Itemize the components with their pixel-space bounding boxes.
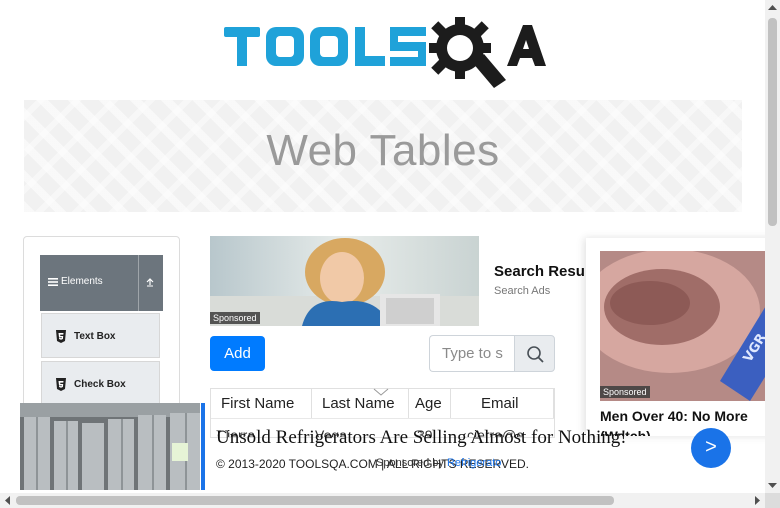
- ad-next-button[interactable]: >: [691, 428, 731, 468]
- sidebar-group-elements[interactable]: Elements: [40, 255, 163, 311]
- group-divider: [138, 255, 139, 311]
- ad-bottom-sticky[interactable]: Unsold Refrigerators Are Selling Almost …: [20, 403, 765, 493]
- ad-photo: VGR: [600, 251, 780, 401]
- sidebar-item-text-box[interactable]: Text Box: [41, 313, 160, 358]
- page: Web Tables Elements Text Box Check Box S…: [0, 0, 780, 508]
- sponsored-tag: Sponsored: [600, 386, 650, 398]
- sidebar-group-label: Elements: [61, 276, 103, 287]
- scroll-right-arrow-icon[interactable]: [754, 496, 761, 505]
- sidebar-item-label: Check Box: [74, 379, 126, 390]
- add-button[interactable]: Add: [210, 336, 265, 371]
- scroll-up-arrow-icon[interactable]: [768, 4, 777, 11]
- scroll-left-arrow-icon[interactable]: [4, 496, 11, 505]
- ad-accent-bar: [201, 403, 205, 490]
- search-button[interactable]: [514, 335, 555, 372]
- page-title: Web Tables: [266, 126, 500, 175]
- ad-sponsor: Sponsored by Refrigerato: [376, 457, 501, 469]
- hamburger-icon: [48, 278, 58, 286]
- scrollbar-corner: [765, 493, 780, 508]
- toolsqa-logo[interactable]: [222, 14, 548, 92]
- html5-icon: [56, 330, 66, 343]
- scroll-down-arrow-icon[interactable]: [768, 482, 777, 489]
- chevron-down-icon[interactable]: [373, 387, 389, 397]
- scrollbar-thumb[interactable]: [768, 18, 777, 226]
- page-banner: Web Tables: [24, 100, 742, 212]
- sponsored-by-label: Sponsored by: [376, 457, 444, 469]
- html5-icon: [56, 378, 66, 391]
- collapse-toggle-icon[interactable]: [144, 276, 156, 288]
- ad-image-fingernail: VGR Sponsored: [600, 251, 780, 401]
- search-input[interactable]: [429, 335, 515, 372]
- vertical-scrollbar[interactable]: [765, 0, 780, 493]
- sponsor-brand[interactable]: Refrigerato: [447, 457, 501, 469]
- ad-image-woman-laptop[interactable]: Sponsored: [210, 236, 479, 326]
- sidebar-item-label: Text Box: [74, 331, 116, 342]
- sidebar: Elements Text Box Check Box: [23, 236, 180, 426]
- logo-graphic: [224, 17, 546, 88]
- sponsored-tag: Sponsored: [210, 312, 260, 324]
- scrollbar-thumb[interactable]: [16, 496, 614, 505]
- sidebar-item-check-box[interactable]: Check Box: [41, 361, 160, 406]
- horizontal-scrollbar[interactable]: [0, 493, 765, 508]
- ad-title[interactable]: Search Resu: [494, 263, 585, 280]
- ad-subtitle: Search Ads: [494, 285, 551, 297]
- ad-photo: [20, 403, 200, 490]
- ad-headline[interactable]: Unsold Refrigerators Are Selling Almost …: [216, 427, 627, 449]
- ad-image-refrigerators: [20, 403, 200, 490]
- search-icon: [527, 346, 544, 363]
